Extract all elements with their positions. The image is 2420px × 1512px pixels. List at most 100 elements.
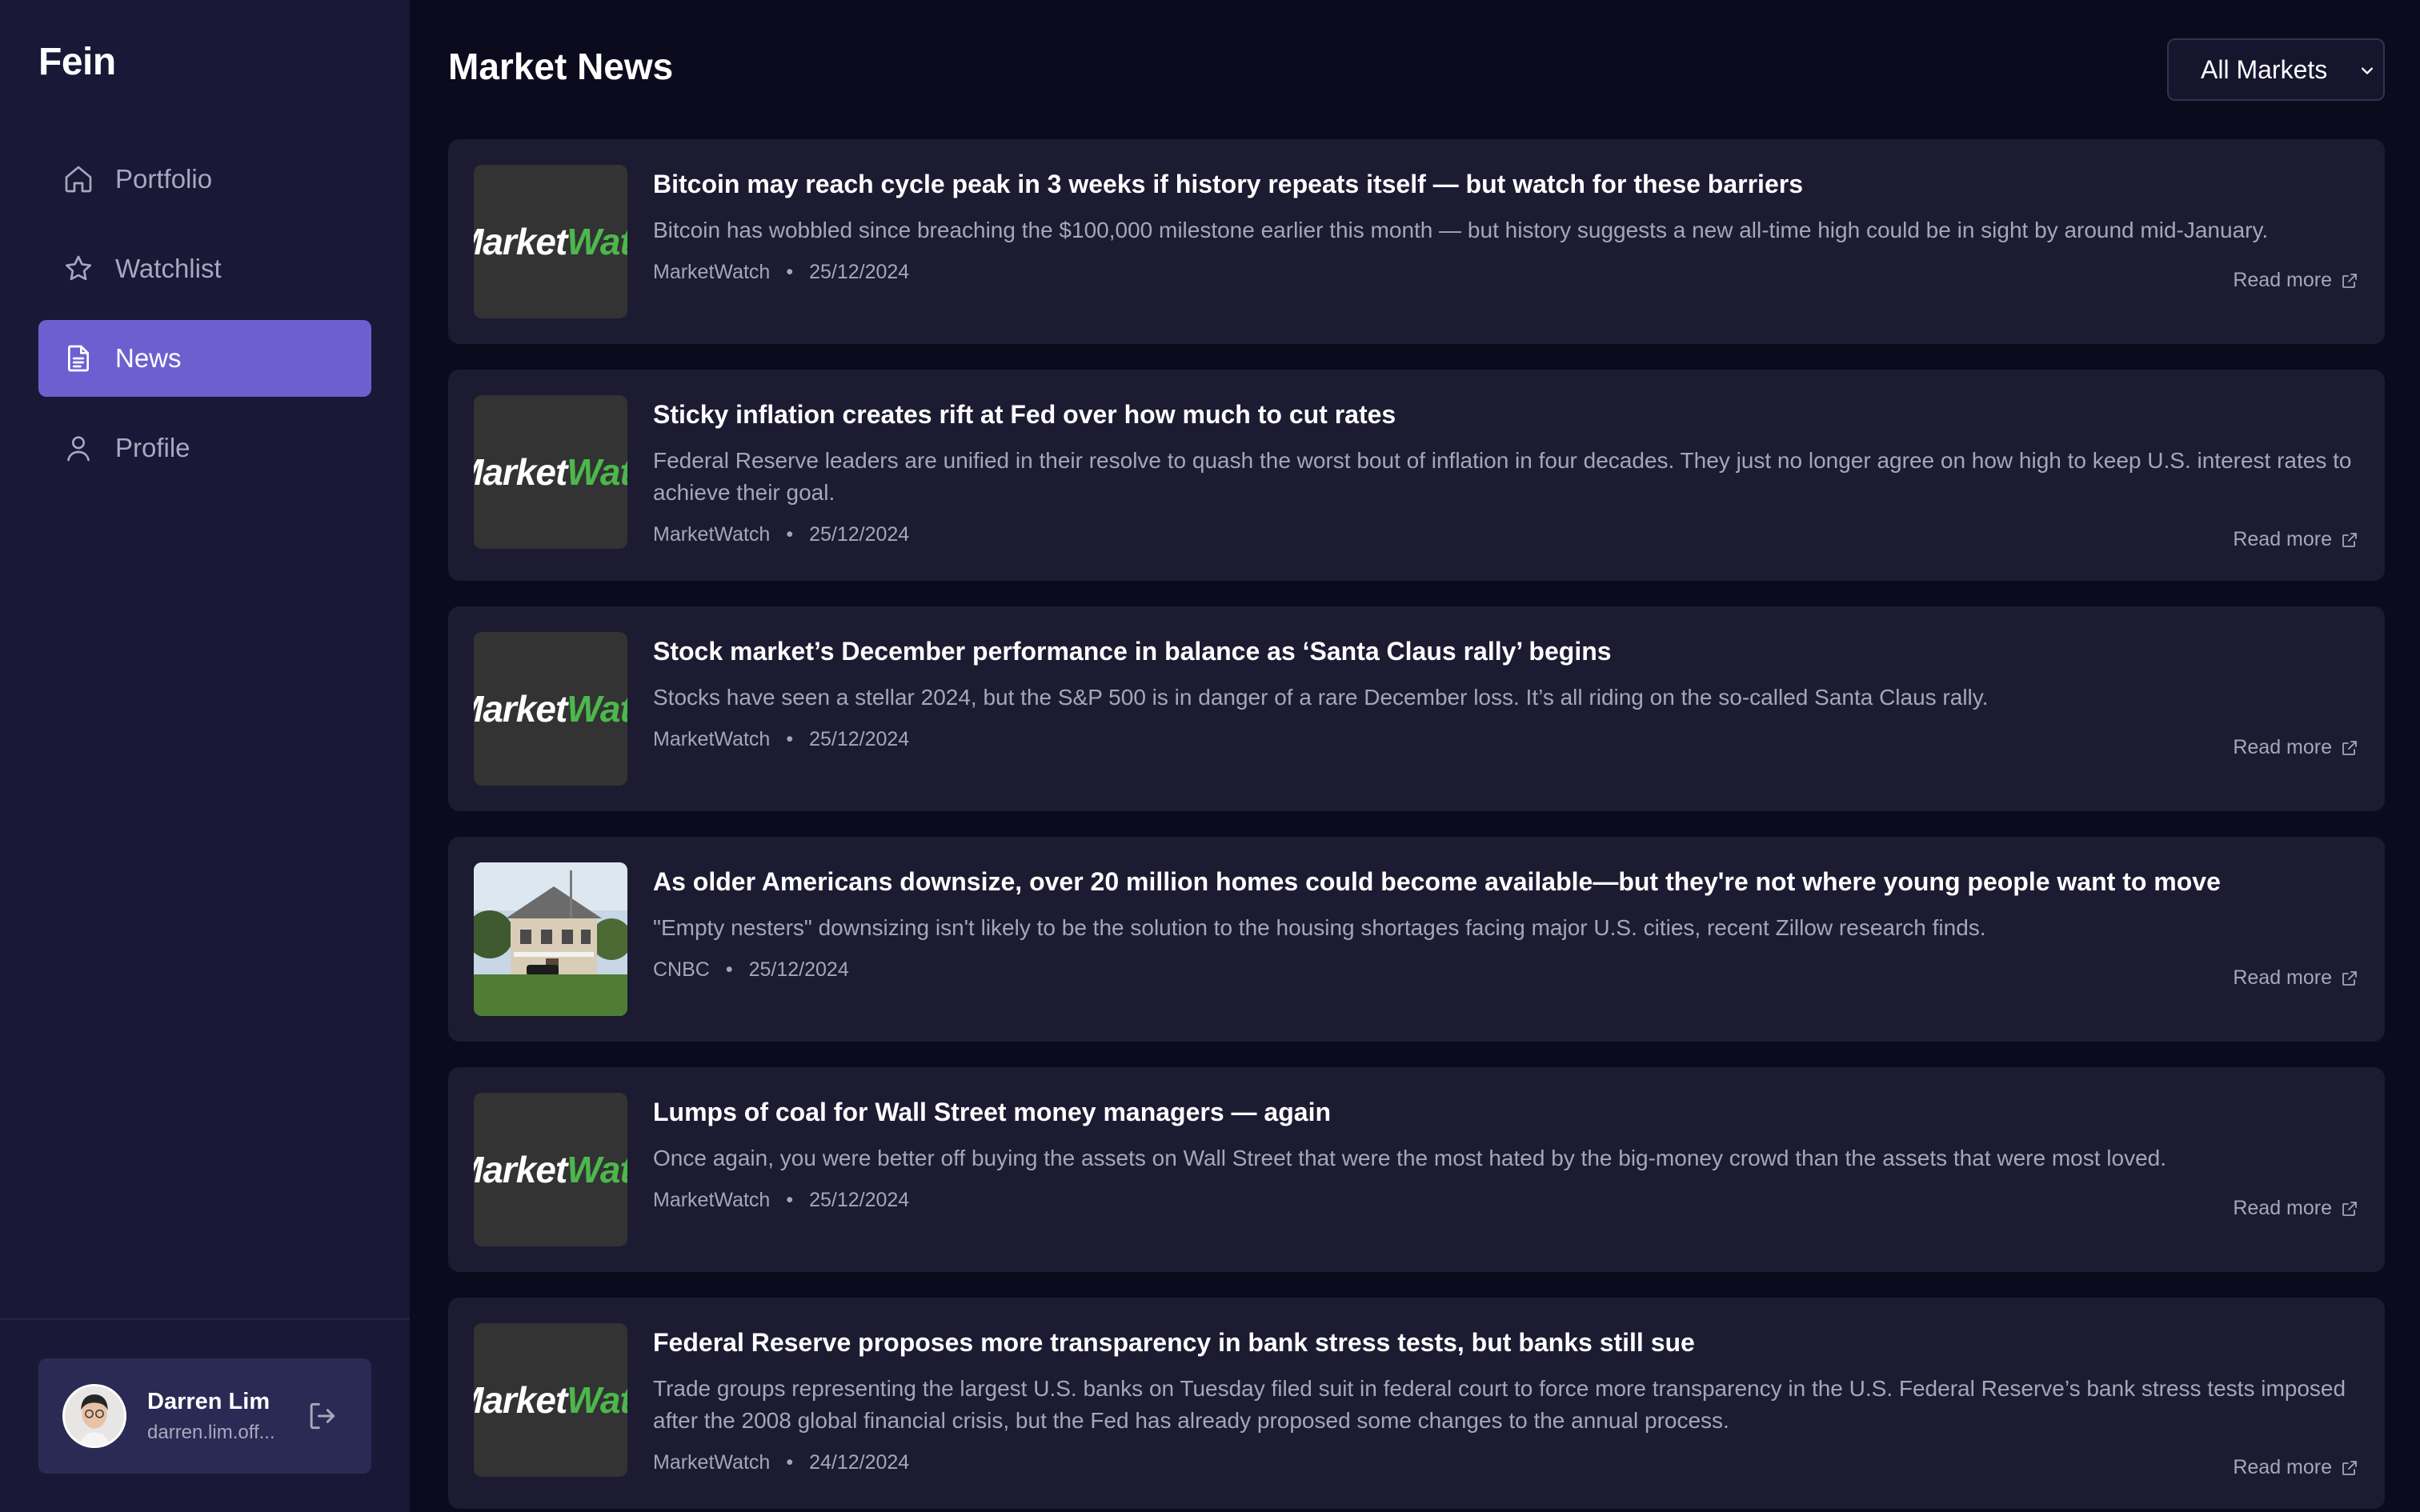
marketwatch-logo-thumbnail: MarketWatch [474,1093,627,1246]
news-source: MarketWatch [653,1451,771,1474]
news-meta: MarketWatch • 25/12/2024 [653,1189,2359,1212]
news-description: Stocks have seen a stellar 2024, but the… [653,685,1989,710]
page-title: Market News [448,46,674,87]
sidebar-item-label: News [115,343,182,373]
news-card[interactable]: MarketWatch Stock market’s December perf… [448,606,2385,811]
news-meta: MarketWatch • 24/12/2024 [653,1451,2359,1474]
news-card[interactable]: MarketWatch Bitcoin may reach cycle peak… [448,139,2385,344]
news-title[interactable]: Sticky inflation creates rift at Fed ove… [653,398,2359,430]
read-more-label: Read more [2233,528,2332,550]
document-icon [62,342,94,374]
external-link-icon [2342,273,2357,288]
sidebar-item-label: Watchlist [115,254,222,283]
news-title[interactable]: Stock market’s December performance in b… [653,635,2359,667]
news-description: Once again, you were better off buying t… [653,1146,2167,1170]
meta-separator: • [786,261,794,283]
marketwatch-logo: MarketWatch [474,1149,627,1190]
marketwatch-logo: MarketWatch [474,1379,627,1421]
sidebar-item-news[interactable]: News [38,320,371,397]
news-card[interactable]: As older Americans downsize, over 20 mil… [448,837,2385,1042]
external-link-icon [2342,532,2357,547]
news-feed: MarketWatch Bitcoin may reach cycle peak… [448,139,2385,1512]
read-more-link[interactable]: Read more [2233,966,2359,990]
external-link-icon [2342,1460,2357,1475]
news-description: Bitcoin has wobbled since breaching the … [653,218,2269,242]
read-more-label: Read more [2233,736,2332,758]
news-title[interactable]: Federal Reserve proposes more transparen… [653,1326,2359,1358]
external-link-icon [2342,740,2357,755]
news-source: CNBC [653,958,710,981]
read-more-link[interactable]: Read more [2233,736,2359,759]
read-more-link[interactable]: Read more [2233,269,2359,292]
meta-separator: • [786,1451,794,1474]
news-card-body: Federal Reserve proposes more transparen… [653,1323,2359,1509]
news-card-body: Bitcoin may reach cycle peak in 3 weeks … [653,165,2359,344]
news-meta: CNBC • 25/12/2024 [653,958,2359,982]
read-more-label: Read more [2233,1456,2332,1478]
read-more-link[interactable]: Read more [2233,1197,2359,1220]
market-filter-select[interactable]: All Markets [2167,38,2385,101]
news-card[interactable]: MarketWatch Sticky inflation creates rif… [448,370,2385,581]
news-source: MarketWatch [653,523,771,546]
user-info: Darren Lim darren.lim.off... [147,1389,288,1444]
sidebar: Fein Portfolio Watchlist News Profile Da… [0,0,410,1512]
house-photo-thumbnail [474,862,627,1016]
marketwatch-logo-thumbnail: MarketWatch [474,165,627,318]
news-date: 25/12/2024 [809,523,910,546]
avatar[interactable] [62,1384,126,1448]
marketwatch-logo-thumbnail: MarketWatch [474,1323,627,1477]
marketwatch-logo-thumbnail: MarketWatch [474,395,627,549]
logout-icon[interactable] [304,1398,339,1434]
user-name: Darren Lim [147,1388,270,1414]
meta-separator: • [786,1189,794,1211]
sidebar-item-label: Profile [115,433,190,462]
sidebar-item-label: Portfolio [115,164,213,194]
news-title[interactable]: As older Americans downsize, over 20 mil… [653,866,2359,898]
read-more-link[interactable]: Read more [2233,528,2359,551]
sidebar-item-profile[interactable]: Profile [38,410,371,486]
news-card-body: Lumps of coal for Wall Street money mana… [653,1093,2359,1272]
read-more-label: Read more [2233,1197,2332,1219]
news-title[interactable]: Bitcoin may reach cycle peak in 3 weeks … [653,168,2359,200]
main-content: Market News All Markets MarketWatch Bitc… [410,0,2420,1512]
news-source: MarketWatch [653,1189,771,1211]
news-card-body: As older Americans downsize, over 20 mil… [653,862,2359,1042]
news-card[interactable]: MarketWatch Federal Reserve proposes mor… [448,1298,2385,1509]
news-card-body: Sticky inflation creates rift at Fed ove… [653,395,2359,581]
news-card-body: Stock market’s December performance in b… [653,632,2359,811]
read-more-label: Read more [2233,269,2332,291]
sidebar-nav: Portfolio Watchlist News Profile [38,141,371,499]
brand-logo[interactable]: Fein [38,40,116,84]
read-more-label: Read more [2233,966,2332,989]
marketwatch-logo: MarketWatch [474,688,627,730]
marketwatch-logo-thumbnail: MarketWatch [474,632,627,786]
news-description: Trade groups representing the largest U.… [653,1376,2346,1433]
sidebar-item-portfolio[interactable]: Portfolio [38,141,371,218]
news-date: 25/12/2024 [748,958,849,981]
market-filter-value: All Markets [2201,54,2328,84]
news-meta: MarketWatch • 25/12/2024 [653,728,2359,751]
news-meta: MarketWatch • 25/12/2024 [653,261,2359,284]
news-description: "Empty nesters" downsizing isn't likely … [653,915,1986,940]
news-title[interactable]: Lumps of coal for Wall Street money mana… [653,1096,2359,1128]
sidebar-item-watchlist[interactable]: Watchlist [38,230,371,307]
news-meta: MarketWatch • 25/12/2024 [653,523,2359,546]
news-description: Federal Reserve leaders are unified in t… [653,448,2352,505]
news-source: MarketWatch [653,728,771,750]
read-more-link[interactable]: Read more [2233,1456,2359,1479]
user-icon [62,432,94,464]
chevron-down-icon [2362,67,2373,74]
app-root: Fein Portfolio Watchlist News Profile Da… [0,0,2420,1512]
user-card: Darren Lim darren.lim.off... [38,1358,371,1474]
news-card[interactable]: MarketWatch Lumps of coal for Wall Stree… [448,1067,2385,1272]
sidebar-divider [0,1318,410,1320]
marketwatch-logo: MarketWatch [474,451,627,493]
user-email: darren.lim.off... [147,1421,275,1443]
meta-separator: • [786,523,794,546]
meta-separator: • [786,728,794,750]
news-date: 25/12/2024 [809,1189,910,1211]
meta-separator: • [725,958,733,981]
star-icon [62,253,94,285]
avatar-photo [65,1386,124,1446]
external-link-icon [2342,1201,2357,1216]
